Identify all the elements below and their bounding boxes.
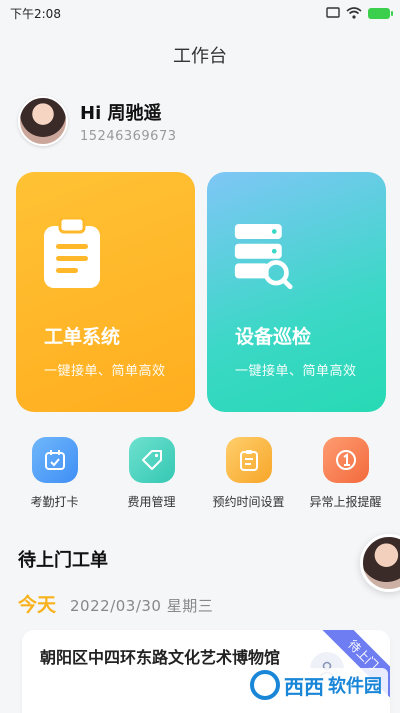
user-info: Hi 周驰遥 15246369673 [80,99,176,144]
work-order-card[interactable]: 工单系统 一键接单、简单高效 [16,172,195,412]
battery-icon [368,7,393,19]
screen-cast-icon [326,7,340,18]
date-row: 今天 2022/03/30 星期三 [18,590,213,617]
watermark: 西西 软件园 [244,668,388,702]
user-greeting: Hi 周驰遥 [80,102,162,124]
user-phone: 15246369673 [80,128,177,144]
badge-one-icon [322,437,369,483]
tag-icon [128,437,175,483]
user-profile[interactable]: Hi 周驰遥 15246369673 [18,96,176,146]
attendance-button[interactable]: 考勤打卡 [7,437,103,510]
card-title: 设备巡检 [235,326,312,348]
equipment-inspection-card[interactable]: 设备巡检 一键接单、简单高效 [207,172,386,412]
expense-button[interactable]: 费用管理 [104,437,200,510]
watermark-logo-icon [250,670,280,700]
card-title: 工单系统 [44,326,121,348]
appointment-button[interactable]: 预约时间设置 [201,437,297,510]
page-title: 工作台 [173,46,227,67]
clipboard-icon [44,216,100,288]
quick-label: 费用管理 [127,495,176,509]
status-time: 下午2:08 [10,6,61,21]
date-text: 2022/03/30 星期三 [70,597,214,615]
order-address: 朝阳区中四环东路文化艺术博物馆 [40,648,281,667]
watermark-brand: 西西 [284,674,324,699]
floating-avatar[interactable] [360,534,400,592]
wifi-icon [346,7,362,19]
today-label: 今天 [18,594,57,616]
watermark-brand-2: 软件园 [328,676,382,697]
status-icons [326,7,393,19]
card-subtitle: 一键接单、简单高效 [44,364,166,379]
server-search-icon [234,224,293,290]
quick-actions: 考勤打卡 费用管理 预约时间设置 异常上报提醒 [0,437,400,510]
quick-label: 预约时间设置 [212,495,285,509]
exception-report-button[interactable]: 异常上报提醒 [298,437,394,510]
status-bar: 下午2:08 [0,0,400,26]
calendar-check-icon [31,437,78,483]
quick-label: 考勤打卡 [30,495,79,509]
avatar[interactable] [18,96,68,146]
card-subtitle: 一键接单、简单高效 [235,364,357,379]
screen: 下午2:08 工作台 Hi 周驰遥 15246369673 工单系统 一键接单、… [0,0,400,713]
clipboard-list-icon [225,437,272,483]
section-title: 待上门工单 [18,550,108,571]
quick-label: 异常上报提醒 [309,495,382,509]
